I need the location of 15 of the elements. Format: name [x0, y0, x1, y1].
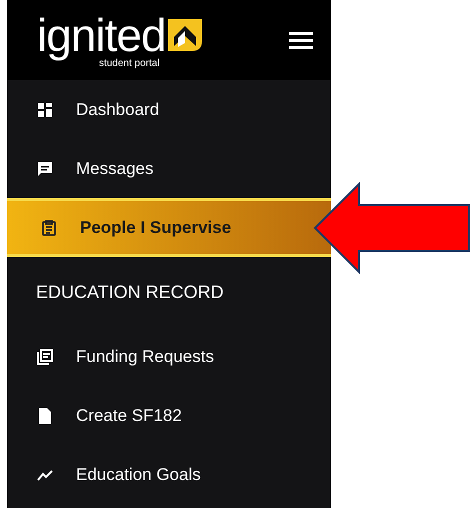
nav-item[interactable]: People I Supervise: [7, 198, 331, 257]
nav-item[interactable]: Education Goals: [7, 445, 331, 504]
logo-icon: [168, 18, 202, 50]
documents-icon: [36, 348, 54, 366]
nav-item[interactable]: Messages: [7, 139, 331, 198]
nav-item[interactable]: Funding Requests: [7, 327, 331, 386]
chat-icon: [36, 160, 54, 178]
grid-icon: [36, 100, 54, 118]
clipboard-icon: [40, 218, 58, 236]
nav-item[interactable]: Dashboard: [7, 80, 331, 139]
menu-icon: [289, 31, 313, 49]
document-icon: [36, 406, 54, 424]
nav-item[interactable]: Create SF182: [7, 386, 331, 445]
section-heading: EDUCATION RECORD: [35, 280, 225, 304]
logo-tagline: student portal: [98, 58, 160, 68]
